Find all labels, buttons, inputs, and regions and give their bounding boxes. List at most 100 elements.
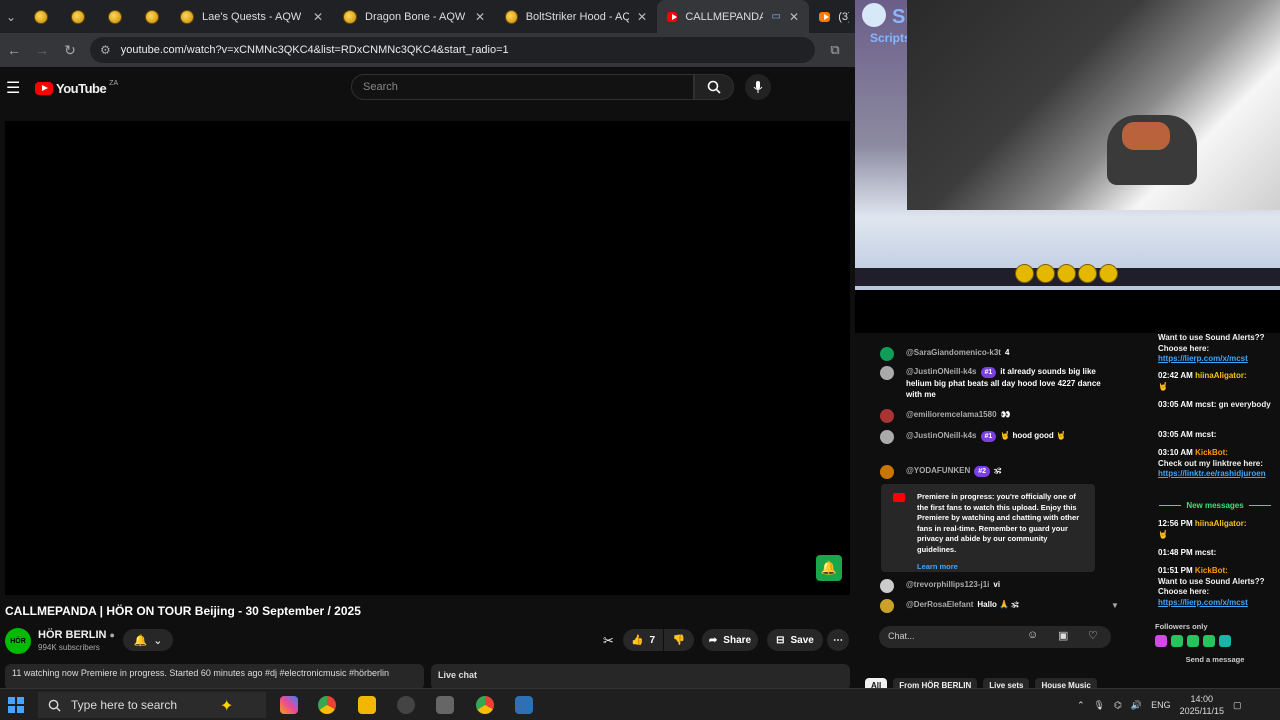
close-tab-icon[interactable]: ✕ [313, 10, 323, 24]
send-message-input[interactable]: Send a message [1155, 655, 1275, 677]
emote-icon[interactable] [1187, 635, 1199, 647]
file-explorer-icon[interactable] [358, 696, 376, 714]
alert-item: 03:05 AM mcst: gn everybody [1158, 400, 1276, 411]
forward-arrow-icon[interactable]: → [28, 42, 56, 58]
stream-preview-window[interactable]: Sl Scripts [855, 0, 1280, 333]
heart-icon[interactable]: ♡ [1088, 629, 1098, 642]
pinned-tab-1[interactable] [22, 0, 59, 33]
copilot-icon[interactable] [280, 696, 298, 714]
youtube-header: ☰ YouTube ZA Search [0, 67, 855, 109]
chrome-active-icon[interactable] [476, 696, 494, 714]
install-app-icon[interactable]: ⧉ [815, 42, 855, 58]
game-logo-subtitle: Scripts [870, 31, 911, 45]
clock[interactable]: 14:00 2025/11/15 [1180, 693, 1224, 717]
show-hidden-icons[interactable]: ⌃ [1077, 700, 1085, 711]
aqw-favicon-icon [144, 9, 159, 24]
chat-text: vi [993, 580, 1001, 589]
chat-text: 4 [1004, 348, 1010, 357]
subscriber-count: 994K subscribers [38, 643, 100, 652]
pinned-tab-2[interactable] [59, 0, 96, 33]
search-button[interactable] [694, 74, 734, 100]
voice-search-button[interactable] [745, 74, 771, 100]
tab-boltstriker-hood[interactable]: BoltStriker Hood - AQW ✕ [495, 0, 657, 33]
gift-icon[interactable]: ▣ [1058, 629, 1068, 642]
new-messages-divider: New messages [1150, 501, 1280, 512]
scroll-down-icon[interactable]: ▼ [1111, 601, 1119, 610]
chat-author[interactable]: @DerRosaElefant [906, 600, 973, 609]
tab-label: BoltStriker Hood - AQW [525, 10, 629, 23]
close-tab-icon[interactable]: ✕ [789, 10, 799, 24]
game-logo: Sl Scripts [858, 3, 911, 45]
reload-icon[interactable]: ↻ [56, 42, 84, 59]
more-actions-button[interactable]: ⋯ [827, 629, 849, 651]
search-input[interactable]: Search [351, 74, 694, 100]
game-launcher-icon[interactable] [515, 696, 533, 714]
microphone-tray-icon[interactable]: 🎙 [1094, 700, 1105, 711]
save-button[interactable]: ⊟ Save [767, 629, 823, 651]
video-player[interactable]: 🔔 [5, 121, 850, 595]
emoji-icon[interactable]: ☺ [1027, 629, 1038, 641]
aqw-favicon-icon [180, 9, 194, 24]
emote-icon[interactable] [1219, 635, 1231, 647]
clip-icon[interactable]: ✂ [603, 633, 614, 649]
tab-youtube-3[interactable]: (3) [809, 0, 859, 33]
volume-icon[interactable]: 🔊 [1131, 700, 1142, 711]
alert-link[interactable]: https://lierp.com/x/mcst [1158, 354, 1276, 365]
game-logo-emblem [862, 3, 886, 27]
chat-message: @emilioremcelama1580 👀 [875, 409, 1115, 423]
channel-name-link[interactable]: HÖR BERLIN ● [38, 629, 115, 641]
chat-author[interactable]: @JustinONeill-k4s [906, 431, 977, 440]
alert-link[interactable]: https://linktr.ee/rashidjuroen [1158, 469, 1276, 480]
sparkle-icon[interactable]: ✦ [220, 696, 238, 715]
menu-icon[interactable]: ☰ [6, 78, 30, 98]
channel-avatar[interactable]: HÖR [5, 628, 31, 654]
url-field[interactable]: ⚙ youtube.com/watch?v=xCNMNc3QKC4&list=R… [90, 37, 815, 63]
notifications-icon[interactable]: ▢ [1233, 700, 1242, 711]
pinned-tab-3[interactable] [96, 0, 133, 33]
language-indicator[interactable]: ENG [1151, 700, 1171, 710]
chrome-icon[interactable] [318, 696, 336, 714]
chat-author[interactable]: @emilioremcelama1580 [906, 410, 997, 419]
site-info-icon[interactable]: ⚙ [100, 43, 111, 57]
youtube-logo[interactable]: YouTube ZA [35, 80, 118, 96]
app-icon[interactable] [436, 696, 454, 714]
chat-input[interactable]: Chat... [879, 626, 1111, 648]
learn-more-link[interactable]: Learn more [917, 562, 1087, 573]
share-button[interactable]: ➦ Share [702, 629, 758, 651]
chat-author[interactable]: @trevorphillips123-j1i [906, 580, 989, 589]
obs-icon[interactable] [397, 696, 415, 714]
emote-icon[interactable] [1155, 635, 1167, 647]
chat-message: @SaraGiandomenico-k3t 4 [875, 347, 1115, 361]
clock-time: 14:00 [1190, 694, 1214, 704]
close-tab-icon[interactable]: ✕ [475, 10, 485, 24]
like-button[interactable]: 👍 7 [623, 629, 663, 651]
dislike-button[interactable]: 👎 [664, 629, 694, 651]
game-skill-slots [1015, 264, 1120, 286]
close-tab-icon[interactable]: ✕ [637, 10, 647, 24]
live-chat-label[interactable]: Live chat [431, 664, 850, 690]
emote-icon[interactable] [1171, 635, 1183, 647]
chat-text: 🤘 hood good 🤘 [1000, 431, 1066, 440]
pinned-tab-4[interactable] [133, 0, 170, 33]
back-arrow-icon[interactable]: ← [0, 42, 28, 58]
alert-link[interactable]: https://lierp.com/x/mcst [1158, 598, 1276, 609]
notification-bell-icon[interactable]: 🔔 [816, 555, 842, 581]
alert-item: 03:05 AM mcst: [1158, 430, 1276, 441]
subscription-bell-button[interactable]: 🔔 ⌄ [123, 629, 173, 651]
chat-author[interactable]: @JustinONeill-k4s [906, 367, 977, 376]
emote-icon[interactable] [1203, 635, 1215, 647]
chat-author[interactable]: @YODAFUNKEN [906, 466, 970, 475]
alert-text: Want to use Sound Alerts?? Choose here: [1158, 333, 1265, 353]
chat-author[interactable]: @SaraGiandomenico-k3t [906, 348, 1001, 357]
tab-callmepanda[interactable]: CALLMEPANDA | HÖ ▭ ✕ [657, 0, 809, 33]
youtube-favicon-icon [819, 11, 831, 22]
description-box[interactable]: 11 watching now Premiere in progress. St… [5, 664, 424, 690]
tab-laes-quests[interactable]: Lae's Quests - AQW ✕ [170, 0, 333, 33]
tab-dragon-bone[interactable]: Dragon Bone - AQW ✕ [333, 0, 495, 33]
network-icon[interactable]: ⌬ [1114, 700, 1122, 711]
windows-start-icon[interactable] [8, 697, 24, 713]
search-icon [48, 699, 61, 712]
alert-item: Want to use Sound Alerts?? Choose here: … [1158, 333, 1276, 365]
tab-search-icon[interactable]: ⌄ [0, 10, 22, 24]
alert-emoji: 🤘 [1158, 529, 1168, 539]
